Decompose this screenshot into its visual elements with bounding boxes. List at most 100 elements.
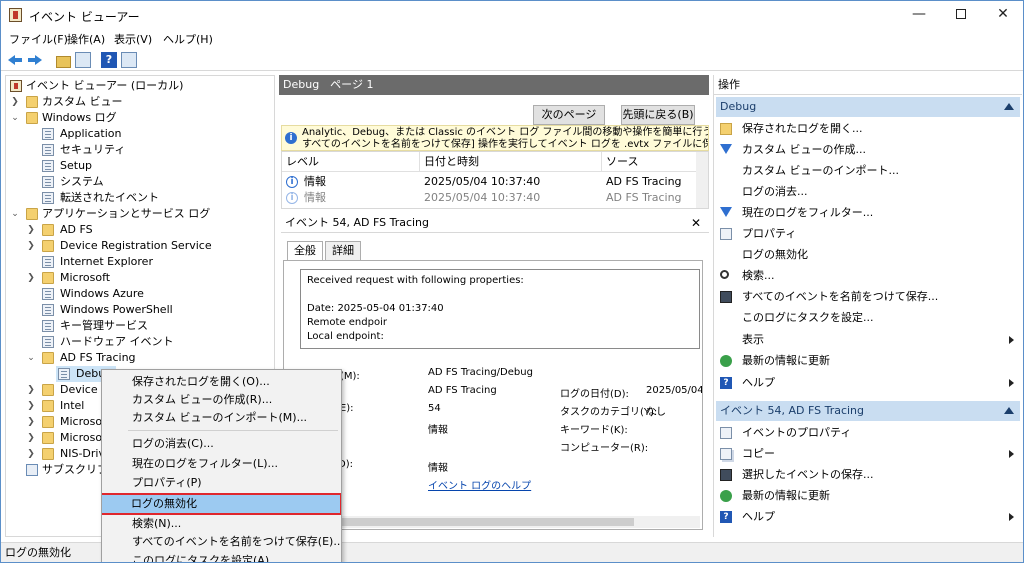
chevron-right-icon[interactable]: ❯ [26, 238, 36, 254]
ctx-properties[interactable]: プロパティ(P) [102, 474, 341, 492]
action-help[interactable]: ? ヘルプ [720, 374, 1020, 392]
ctx-create-custom-view[interactable]: カスタム ビューの作成(R)... [102, 391, 341, 409]
chevron-down-icon[interactable]: ⌄ [10, 206, 20, 222]
tab-general[interactable]: 全般 [287, 241, 323, 261]
ctx-open-saved-log[interactable]: 保存されたログを開く(O)... [102, 373, 341, 391]
event-log-help-link[interactable]: イベント ログのヘルプ [428, 477, 531, 492]
tree-item-microsoft[interactable]: ❯ Microsoft [8, 270, 274, 286]
action-import-custom-view[interactable]: カスタム ビューのインポート... [720, 162, 1020, 180]
action-view[interactable]: 表示 [720, 331, 1020, 349]
tree-item-windows-logs[interactable]: ⌄ Windows ログ [8, 110, 274, 126]
chevron-down-icon[interactable]: ⌄ [26, 350, 36, 366]
chevron-right-icon[interactable]: ❯ [26, 222, 36, 238]
menu-view[interactable]: 表示(V) [114, 31, 152, 47]
first-page-button[interactable]: 先頭に戻る(B) [621, 105, 695, 125]
collapse-caret-icon[interactable] [1004, 103, 1014, 110]
tree-item-setup[interactable]: Setup [8, 158, 274, 174]
event-detail-header: イベント 54, AD FS Tracing ✕ [281, 213, 709, 233]
forward-arrow-icon[interactable] [27, 52, 43, 68]
scrollbar-thumb[interactable] [304, 518, 634, 526]
tree-item-key-management[interactable]: キー管理サービス [8, 318, 274, 334]
ctx-filter-current-log[interactable]: 現在のログをフィルター(L)... [102, 455, 341, 473]
column-level[interactable]: レベル [282, 152, 420, 172]
horizontal-scrollbar[interactable] [294, 516, 700, 528]
action-properties[interactable]: プロパティ [720, 225, 1020, 243]
tree-item-device-registration[interactable]: ❯ Device Registration Service [8, 238, 274, 254]
chevron-right-icon[interactable]: ❯ [26, 382, 36, 398]
action-filter-current-log[interactable]: 現在のログをフィルター... [720, 204, 1020, 222]
tree-item-nis-drive[interactable]: ❯ NIS-Drive [8, 446, 112, 462]
column-source[interactable]: ソース [602, 152, 698, 172]
chevron-down-icon[interactable]: ⌄ [10, 110, 20, 126]
menu-file[interactable]: ファイル(F) [9, 31, 68, 47]
action-refresh-event[interactable]: 最新の情報に更新 [720, 487, 1020, 505]
tab-details[interactable]: 詳細 [325, 241, 361, 261]
tree-item-forwarded-events[interactable]: 転送されたイベント [8, 190, 274, 206]
action-refresh[interactable]: 最新の情報に更新 [720, 352, 1020, 370]
action-section-debug[interactable]: Debug [716, 97, 1020, 117]
action-save-selected-events[interactable]: 選択したイベントの保存... [720, 466, 1020, 484]
tree-item-windows-azure[interactable]: Windows Azure [8, 286, 274, 302]
back-arrow-icon[interactable] [7, 52, 23, 68]
tree-item-security[interactable]: セキュリティ [8, 142, 274, 158]
chevron-right-icon[interactable]: ❯ [26, 430, 36, 446]
tree-item-root[interactable]: イベント ビューアー (ローカル) [8, 78, 274, 94]
close-detail-icon[interactable]: ✕ [691, 213, 701, 233]
chevron-right-icon[interactable]: ❯ [26, 398, 36, 414]
tree-item-internet-explorer[interactable]: Internet Explorer [8, 254, 274, 270]
ctx-save-all-events[interactable]: すべてのイベントを名前をつけて保存(E)... [102, 533, 341, 551]
column-datetime[interactable]: 日付と時刻 [420, 152, 602, 172]
tree-item-hardware-events[interactable]: ハードウェア イベント [8, 334, 274, 350]
ctx-clear-log[interactable]: ログの消去(C)... [102, 435, 341, 453]
tree-item-apps-services[interactable]: ⌄ アプリケーションとサービス ログ [8, 206, 274, 222]
tree-item-ad-fs[interactable]: ❯ AD FS [8, 222, 274, 238]
chevron-right-icon[interactable]: ❯ [10, 94, 20, 110]
tree-item-subscriptions[interactable]: サブスクリプショ [8, 462, 130, 478]
up-folder-icon[interactable] [55, 52, 71, 68]
chevron-right-icon[interactable]: ❯ [26, 446, 36, 462]
ctx-find[interactable]: 検索(N)... [102, 515, 341, 533]
table-row[interactable]: i 情報 [282, 174, 420, 190]
ctx-import-custom-view[interactable]: カスタム ビューのインポート(M)... [102, 409, 341, 427]
show-hide-tree-icon[interactable] [75, 52, 91, 68]
action-section-event[interactable]: イベント 54, AD FS Tracing [716, 401, 1020, 421]
action-create-custom-view[interactable]: カスタム ビューの作成... [720, 141, 1020, 159]
menu-help[interactable]: ヘルプ(H) [163, 31, 213, 47]
collapse-caret-icon[interactable] [1004, 407, 1014, 414]
action-attach-task[interactable]: このログにタスクを設定... [720, 309, 1020, 327]
info-line-2: すべてのイベントを名前をつけて保存] 操作を実行してイベント ログを .evtx… [302, 139, 709, 150]
minimize-button[interactable]: — [897, 3, 941, 27]
action-copy[interactable]: コピー [720, 445, 1020, 463]
maximize-icon [956, 9, 966, 19]
menu-action[interactable]: 操作(A) [67, 31, 105, 47]
tree-item-system[interactable]: システム [8, 174, 274, 190]
maximize-button[interactable] [939, 3, 983, 27]
ctx-disable-log[interactable]: ログの無効化 [102, 493, 341, 515]
tree-item-device-re[interactable]: ❯ Device Re [8, 382, 115, 398]
close-button[interactable]: ✕ [981, 3, 1023, 27]
action-save-all-events[interactable]: すべてのイベントを名前をつけて保存... [720, 288, 1020, 306]
ctx-attach-task[interactable]: このログにタスクを設定(A)... [102, 552, 341, 562]
tree-item-windows-powershell[interactable]: Windows PowerShell [8, 302, 274, 318]
chevron-right-icon[interactable]: ❯ [26, 270, 36, 286]
table-row[interactable]: i 情報 [282, 190, 420, 206]
action-clear-log[interactable]: ログの消去... [720, 183, 1020, 201]
action-event-properties[interactable]: イベントのプロパティ [720, 424, 1020, 442]
tree-item-intel[interactable]: ❯ Intel [8, 398, 104, 414]
action-open-saved-log[interactable]: 保存されたログを開く... [720, 120, 1020, 138]
tree-item-microsoft-2[interactable]: ❯ Microsoft [8, 414, 110, 430]
next-page-button[interactable]: 次のページ(N) [533, 105, 605, 139]
action-disable-log[interactable]: ログの無効化 [720, 246, 1020, 264]
chevron-right-icon[interactable]: ❯ [26, 414, 36, 430]
tree-item-application[interactable]: Application [8, 126, 274, 142]
show-hide-action-pane-icon[interactable] [121, 52, 137, 68]
tree-item-custom-views[interactable]: ❯ カスタム ビュー [8, 94, 274, 110]
vertical-scrollbar[interactable] [696, 152, 708, 208]
help-icon[interactable]: ? [101, 52, 117, 68]
folder-icon [42, 352, 54, 364]
action-help-event[interactable]: ? ヘルプ [720, 508, 1020, 526]
tree-item-ad-fs-tracing[interactable]: ⌄ AD FS Tracing [8, 350, 274, 366]
toolbar: ? [1, 49, 1023, 71]
tree-item-microsoft-3[interactable]: ❯ Microsoft [8, 430, 110, 446]
action-find[interactable]: 検索... [720, 267, 1020, 285]
